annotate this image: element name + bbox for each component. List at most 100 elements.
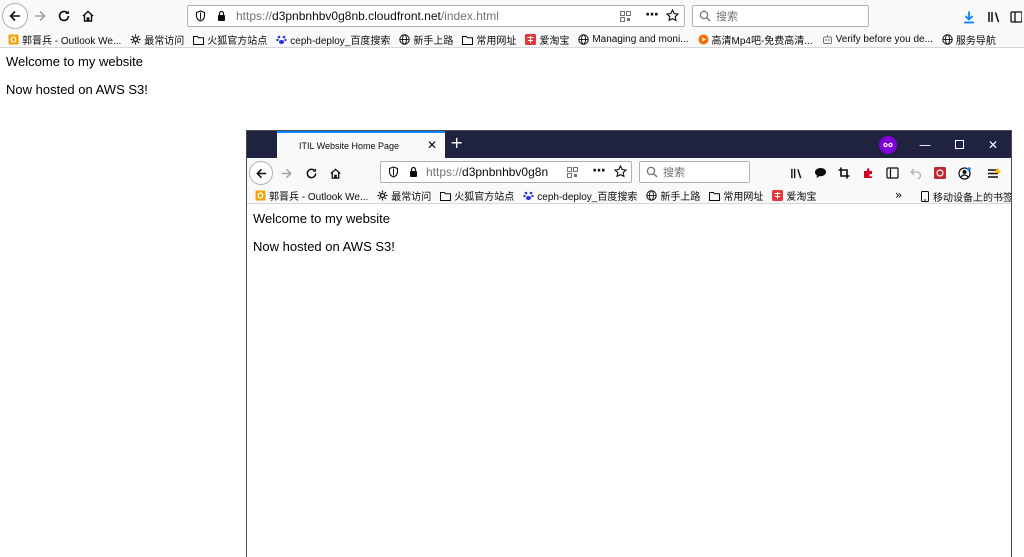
new-tab-icon[interactable]: + (450, 135, 463, 151)
search-input[interactable]: 搜索 (692, 5, 869, 27)
lock-icon[interactable] (216, 10, 228, 22)
bookmark-item[interactable]: 火狐官方站点 (440, 188, 514, 203)
bookmark-label: 移动设备上的书签 (933, 193, 1012, 204)
menu-button[interactable] (985, 164, 1003, 182)
play-icon (698, 34, 709, 45)
more-bookmarks-icon[interactable]: » (895, 189, 902, 202)
download-arrow-icon (964, 11, 974, 24)
bookmark-label: ceph-deploy_百度搜索 (290, 36, 391, 47)
bookmark-item[interactable]: 高清Mp4吧-免费高清... (698, 32, 813, 47)
qr-code-icon[interactable] (567, 167, 578, 178)
close-window-button[interactable]: ✕ (976, 131, 1010, 158)
folder-icon (462, 34, 474, 45)
qr-code-icon[interactable] (620, 11, 631, 22)
bookmark-star-icon[interactable] (665, 8, 680, 25)
forward-button[interactable] (31, 7, 49, 25)
bookmark-label: 火狐官方站点 (454, 192, 515, 203)
bookmark-item[interactable]: 爱淘宝 (525, 32, 569, 47)
url-host: d3pnbnhbv0g8n (462, 165, 549, 179)
url-bar[interactable]: https://d3pnbnhbv0g8n ··· (380, 161, 632, 183)
folder-icon (440, 190, 452, 201)
browser-toolbar: https://d3pnbnhbv0g8nb.cloudfront.net/in… (0, 0, 1024, 32)
back-button[interactable] (249, 161, 273, 185)
outlook-icon: O (8, 34, 19, 45)
undo-icon (910, 168, 922, 179)
screenshot-button[interactable] (835, 164, 853, 182)
tab-title: ITIL Website Home Page (299, 140, 400, 151)
close-icon: ✕ (987, 137, 999, 152)
bookmark-item[interactable]: Managing and moni... (578, 34, 689, 45)
embedded-bookmarks-toolbar: O 郭晋兵 - Outlook We... 最常访问 火狐官方站点 ceph-d… (247, 188, 1012, 204)
arrow-left-icon (255, 168, 266, 178)
bookmark-label: 郭晋兵 - Outlook We... (22, 36, 122, 47)
bookmark-label: 高清Mp4吧-免费高清... (711, 36, 813, 47)
library-button[interactable] (985, 8, 1003, 26)
bookmark-item[interactable]: O 郭晋兵 - Outlook We... (8, 32, 121, 47)
close-tab-icon[interactable]: ✕ (427, 139, 437, 151)
bookmark-item[interactable]: Verify before you de... (822, 34, 933, 45)
url-bar[interactable]: https://d3pnbnhbv0g8nb.cloudfront.net/in… (187, 5, 685, 27)
maximize-button[interactable] (942, 131, 976, 158)
reader-view-button[interactable] (883, 164, 901, 182)
bookmark-item[interactable]: ceph-deploy_百度搜索 (523, 188, 637, 203)
bookmark-item[interactable]: 最常访问 (377, 188, 431, 203)
library-button[interactable] (787, 164, 805, 182)
hosted-text: Now hosted on AWS S3! (6, 82, 148, 97)
bookmark-label: Managing and moni... (592, 34, 689, 45)
active-tab[interactable]: ITIL Website Home Page ✕ (277, 131, 445, 158)
reload-button[interactable] (55, 7, 73, 25)
bookmark-label: 火狐官方站点 (207, 36, 268, 47)
bookmark-item[interactable]: ceph-deploy_百度搜索 (276, 32, 390, 47)
reload-button[interactable] (302, 164, 320, 182)
baidu-paw-icon (276, 34, 287, 45)
sidebar-button[interactable] (1008, 8, 1024, 26)
url-text[interactable]: https://d3pnbnhbv0g8n (426, 165, 556, 179)
sidebar-icon (1010, 11, 1022, 23)
bookmark-label: 新手上路 (660, 192, 701, 203)
bookmark-item[interactable]: 服务导航 (942, 32, 996, 47)
minimize-button[interactable]: — (908, 131, 942, 158)
folder-icon (709, 190, 721, 201)
lock-icon[interactable] (408, 166, 420, 178)
bookmark-label: 郭晋兵 - Outlook We... (269, 192, 369, 203)
addon-button[interactable] (931, 164, 949, 182)
mobile-device-icon (919, 191, 930, 202)
undo-button[interactable] (907, 164, 925, 182)
bookmark-item[interactable]: O 郭晋兵 - Outlook We... (255, 188, 368, 203)
home-button[interactable] (326, 164, 344, 182)
bookmark-item[interactable]: 新手上路 (646, 188, 700, 203)
mobile-bookmarks-item[interactable]: 移动设备上的书签 (919, 189, 1012, 204)
svg-text:O: O (10, 36, 16, 45)
bookmark-item[interactable]: 新手上路 (399, 32, 453, 47)
chat-extension-button[interactable] (811, 164, 829, 182)
bookmark-star-icon[interactable] (613, 164, 628, 181)
url-scheme: https:// (236, 9, 273, 23)
reload-icon (58, 10, 70, 22)
tracking-shield-icon[interactable] (195, 10, 207, 22)
bookmark-label: 最常访问 (144, 36, 185, 47)
page-actions-icon[interactable]: ··· (645, 7, 659, 23)
welcome-text: Welcome to my website (253, 211, 391, 226)
extension-button[interactable] (859, 164, 877, 182)
page-actions-icon[interactable]: ··· (592, 163, 606, 179)
downloads-button[interactable] (960, 8, 978, 26)
bookmark-item[interactable]: 常用网址 (462, 32, 516, 47)
back-button[interactable] (2, 3, 28, 29)
search-placeholder: 搜索 (663, 166, 685, 179)
bookmark-label: 爱淘宝 (786, 192, 817, 203)
home-button[interactable] (79, 7, 97, 25)
bookmark-label: 常用网址 (723, 192, 764, 203)
bookmark-item[interactable]: 常用网址 (709, 188, 763, 203)
bookmark-item[interactable]: 爱淘宝 (772, 188, 816, 203)
forward-button[interactable] (277, 164, 295, 182)
embedded-browser-window: ITIL Website Home Page ✕ + — ✕ https://d… (246, 130, 1012, 557)
bookmark-item[interactable]: 最常访问 (130, 32, 184, 47)
url-text[interactable]: https://d3pnbnhbv0g8nb.cloudfront.net/in… (236, 9, 499, 23)
bookmark-item[interactable]: 火狐官方站点 (193, 32, 267, 47)
account-button[interactable] (955, 164, 973, 182)
home-icon (82, 10, 94, 22)
tracking-shield-icon[interactable] (388, 166, 400, 178)
search-input[interactable]: 搜索 (639, 161, 750, 183)
globe-icon (942, 34, 953, 45)
svg-text:O: O (257, 192, 263, 201)
